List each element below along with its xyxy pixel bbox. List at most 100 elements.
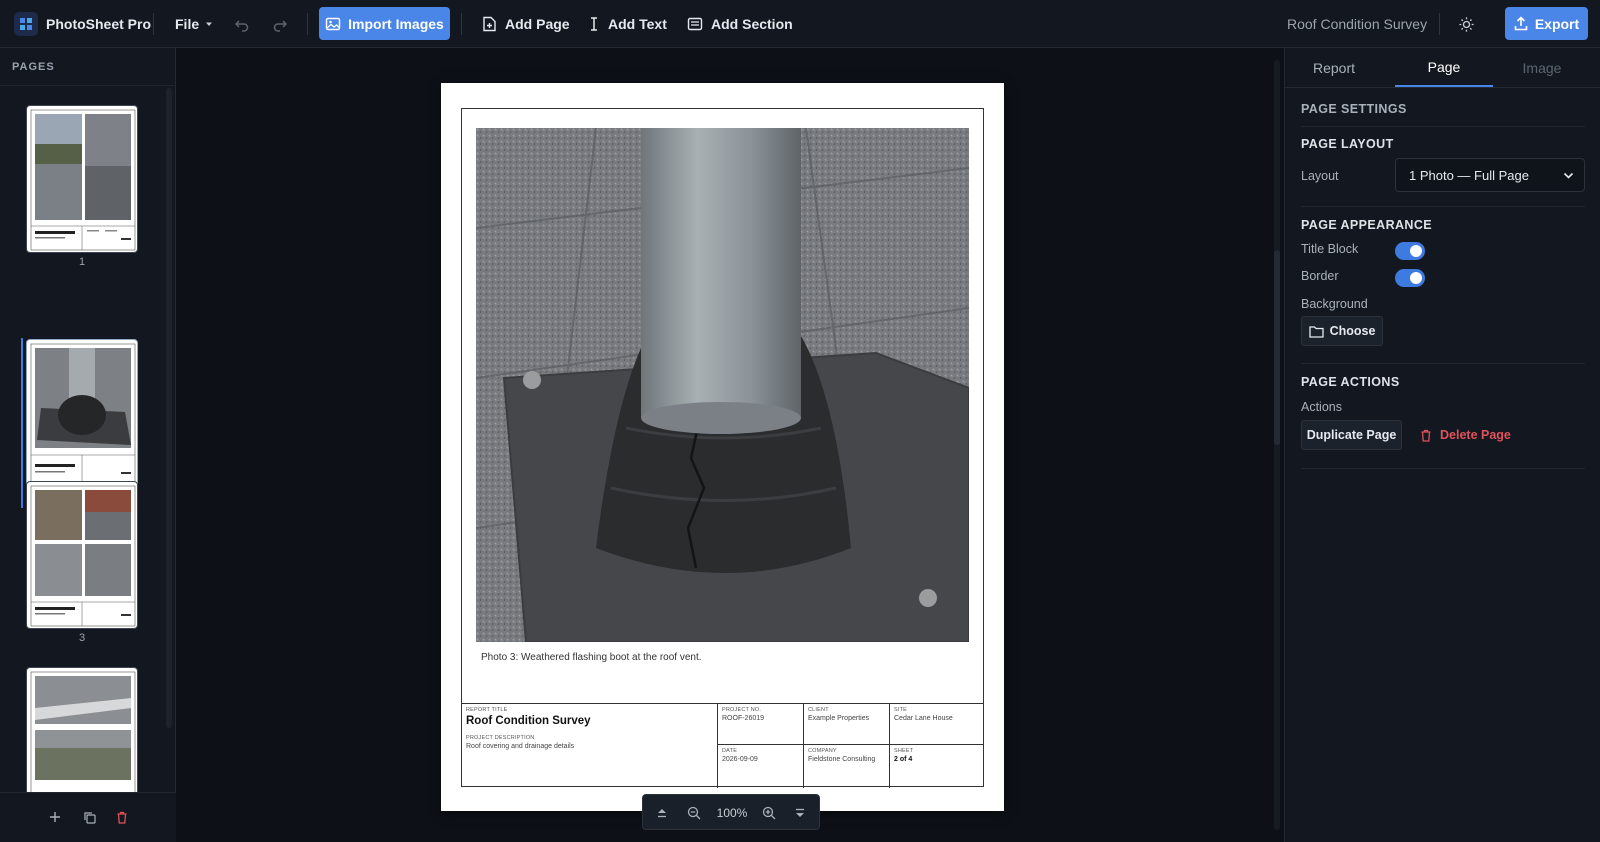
zoom-level[interactable]: 100% [713, 806, 751, 820]
tab-image[interactable]: Image [1493, 48, 1591, 87]
report-title-label: REPORT TITLE [466, 707, 508, 713]
delete-page-button[interactable]: Delete Page [1420, 428, 1511, 442]
background-label: Background [1301, 297, 1368, 311]
redo-button[interactable] [272, 0, 288, 48]
undo-button[interactable] [234, 0, 250, 48]
page-thumbnail-4[interactable] [26, 667, 138, 797]
divider [1301, 206, 1585, 207]
client: Example Properties [808, 715, 870, 722]
section-icon [687, 17, 703, 31]
company: Fieldstone Consulting [808, 756, 876, 763]
active-page-indicator [21, 338, 23, 508]
title-block-divider [717, 744, 984, 745]
zoom-toolbar: 100% [642, 794, 820, 830]
add-text-button[interactable]: Add Text [588, 0, 667, 48]
undo-icon [234, 20, 249, 32]
border-toggle[interactable] [1395, 269, 1425, 287]
delete-page-icon-button[interactable] [113, 808, 131, 826]
title-block[interactable]: REPORT TITLE Roof Condition Survey PROJE… [461, 703, 984, 788]
sidebar-scrollbar[interactable] [166, 88, 172, 728]
actions-label: Actions [1301, 400, 1342, 414]
import-images-label: Import Images [348, 15, 444, 32]
app-logo-icon [14, 12, 38, 36]
pages-sidebar: PAGES 1 3 [0, 48, 176, 842]
page-border: Photo 3: Weathered flashing boot at the … [461, 108, 984, 788]
tabs-divider [1285, 87, 1600, 88]
report-title: Roof Condition Survey [466, 715, 591, 727]
photo-caption[interactable]: Photo 3: Weathered flashing boot at the … [481, 652, 702, 663]
text-cursor-icon [591, 17, 597, 31]
project-no-label: PROJECT NO. [722, 707, 762, 713]
divider [0, 85, 176, 86]
page-number-label: 3 [78, 632, 86, 644]
caret-down-icon [206, 22, 213, 26]
zoom-out-button[interactable] [685, 804, 703, 822]
choose-background-button[interactable]: Choose [1301, 316, 1383, 346]
top-toolbar: PhotoSheet Pro File Import Images Add Pa… [0, 0, 1600, 48]
layout-select-value: 1 Photo — Full Page [1409, 168, 1529, 183]
export-label: Export [1534, 15, 1580, 32]
project-no: ROOF-26019 [722, 715, 765, 722]
file-menu-button[interactable]: File [175, 0, 213, 48]
file-menu-label: File [175, 16, 200, 32]
collapse-up-icon [658, 809, 666, 818]
image-icon [325, 17, 341, 30]
fit-top-button[interactable] [653, 804, 671, 822]
tab-page[interactable]: Page [1395, 48, 1493, 87]
tab-report[interactable]: Report [1285, 48, 1383, 87]
page-thumbnail-1[interactable] [26, 105, 138, 253]
collapse-down-icon [796, 808, 804, 817]
title-block-column: PROJECT NO. ROOF-26019 DATE 2026-09-09 [717, 704, 803, 788]
roof-vent-photo [476, 128, 969, 642]
title-block-column: SITE Cedar Lane House SHEET 2 of 4 [889, 704, 984, 788]
page-appearance-title: PAGE APPEARANCE [1301, 218, 1433, 232]
document-page[interactable]: Photo 3: Weathered flashing boot at the … [441, 83, 1004, 811]
pages-footer [0, 792, 176, 842]
add-page-icon-button[interactable] [46, 808, 64, 826]
company-label: COMPANY [808, 748, 837, 754]
redo-icon [273, 20, 288, 32]
border-toggle-label: Border [1301, 269, 1339, 283]
date: 2026-09-09 [722, 756, 758, 763]
canvas-scrollbar-thumb[interactable] [1274, 250, 1280, 445]
page-photo[interactable] [476, 128, 969, 642]
choose-label: Choose [1329, 324, 1376, 338]
sun-icon [1459, 16, 1474, 32]
add-page-icon [483, 16, 496, 32]
date-label: DATE [722, 748, 738, 754]
export-button[interactable]: Export [1505, 7, 1588, 40]
add-page-label: Add Page [505, 16, 570, 32]
page-thumbnail-3[interactable] [26, 481, 138, 629]
duplicate-page-button[interactable]: Duplicate Page [1301, 420, 1402, 450]
plus-icon [50, 812, 60, 822]
fit-bottom-button[interactable] [791, 804, 809, 822]
zoom-in-icon [762, 806, 776, 820]
divider [1301, 126, 1585, 127]
sheet-label: SHEET [894, 748, 914, 754]
layout-label: Layout [1301, 169, 1339, 183]
sheet: 2 of 4 [894, 756, 913, 763]
pages-header: PAGES [12, 61, 55, 73]
page-actions-title: PAGE ACTIONS [1301, 375, 1400, 389]
trash-icon [117, 811, 127, 824]
project-description: Roof covering and drainage details [466, 743, 575, 750]
theme-toggle-button[interactable] [1458, 0, 1475, 48]
page-thumbnail-2[interactable] [26, 339, 138, 487]
canvas-scrollbar[interactable] [1274, 60, 1280, 830]
add-section-button[interactable]: Add Section [687, 0, 793, 48]
folder-icon [1308, 325, 1324, 338]
app-brand: PhotoSheet Pro [14, 0, 151, 48]
title-block-toggle[interactable] [1395, 242, 1425, 260]
import-images-button[interactable]: Import Images [319, 7, 450, 40]
add-page-button[interactable]: Add Page [482, 0, 570, 48]
zoom-in-button[interactable] [760, 804, 778, 822]
toolbar-divider [461, 13, 462, 35]
zoom-out-icon [687, 806, 701, 820]
page-layout-title: PAGE LAYOUT [1301, 137, 1394, 151]
layout-select[interactable]: 1 Photo — Full Page [1395, 158, 1585, 192]
toolbar-divider [307, 13, 308, 35]
thumbnail-preview [30, 485, 136, 627]
thumbnail-preview [30, 343, 136, 485]
duplicate-page-icon-button[interactable] [80, 808, 98, 826]
title-block-column: CLIENT Example Properties COMPANY Fields… [803, 704, 889, 788]
